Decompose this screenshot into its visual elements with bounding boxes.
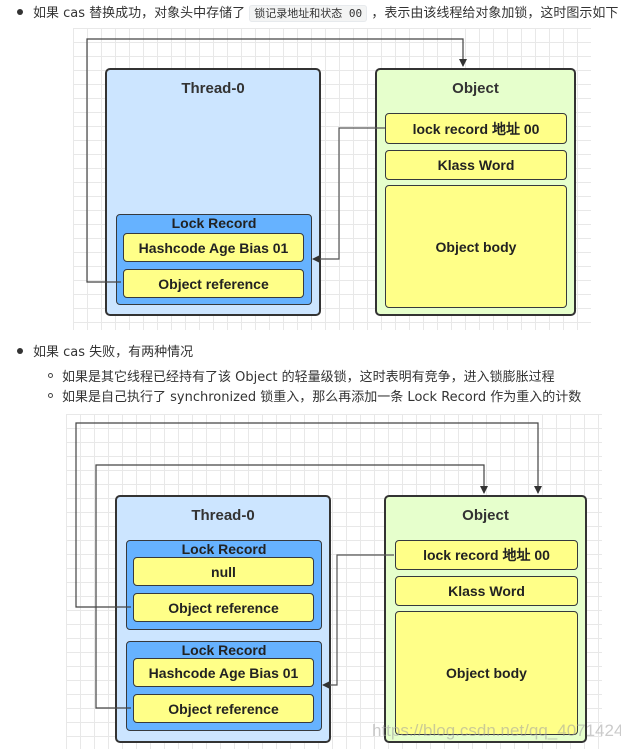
object-reference-field: Object reference xyxy=(133,593,314,622)
lock-record: Lock Record Hashcode Age Bias 01 Object … xyxy=(126,641,322,731)
object-box: Object lock record 地址 00 Klass Word Obje… xyxy=(384,495,587,743)
hashcode-field: Hashcode Age Bias 01 xyxy=(133,658,314,687)
object-title: Object xyxy=(462,507,509,524)
null-field: null xyxy=(133,557,314,586)
object-body-field: Object body xyxy=(395,611,578,735)
thread-title: Thread-0 xyxy=(191,507,255,524)
watermark: https://blog.csdn.net/qq_40714246 xyxy=(372,721,621,740)
thread-box: Thread-0 Lock Record null Object referen… xyxy=(115,495,331,743)
lock-record-reentrant: Lock Record null Object reference xyxy=(126,540,322,630)
object-reference-field: Object reference xyxy=(133,694,314,723)
diagram-2: Thread-0 Lock Record null Object referen… xyxy=(0,0,621,749)
lock-record-title: Lock Record xyxy=(181,541,267,557)
lock-record-title: Lock Record xyxy=(181,642,267,658)
klass-word-field: Klass Word xyxy=(395,576,578,606)
mark-word-field: lock record 地址 00 xyxy=(395,540,578,570)
